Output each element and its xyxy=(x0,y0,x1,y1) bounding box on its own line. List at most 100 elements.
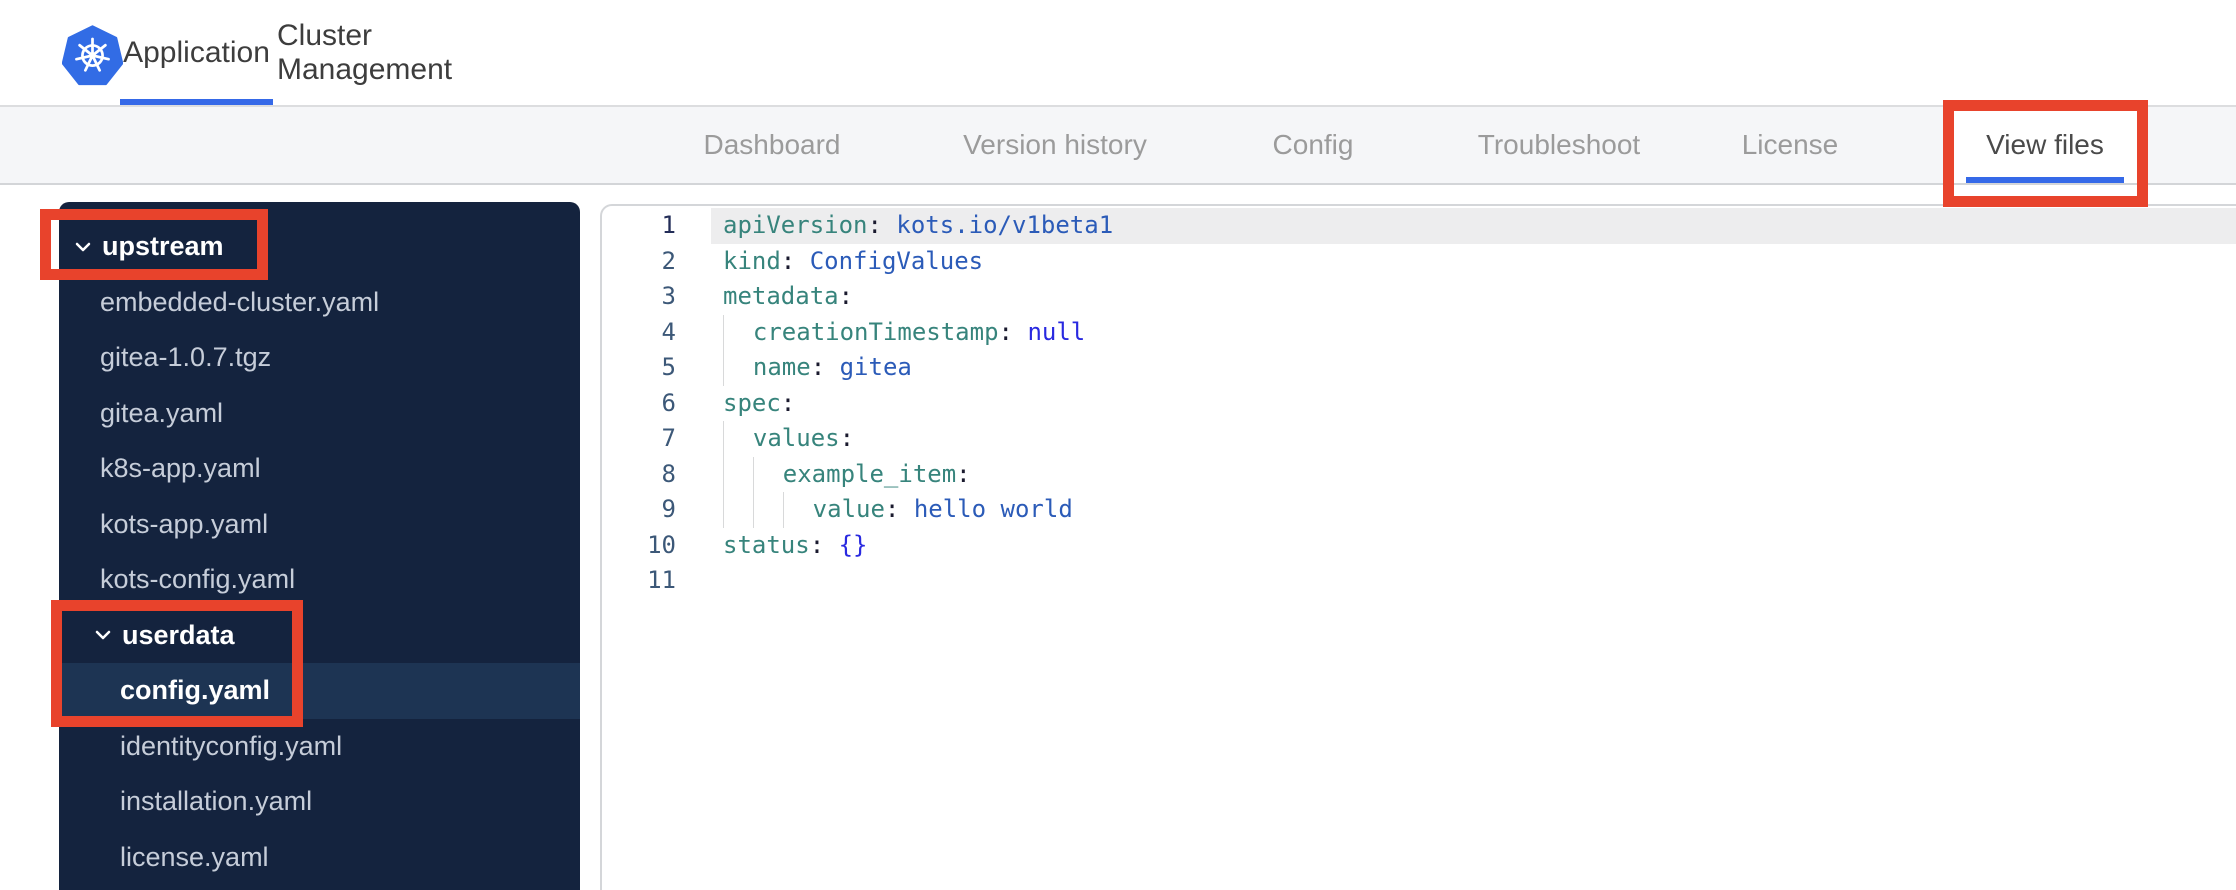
yaml-token-const: {} xyxy=(838,530,868,559)
app-subnav: Dashboard Version history Config Troublesho… xyxy=(0,107,2236,185)
indent-guide xyxy=(752,492,783,528)
tree-item-label: license.yaml xyxy=(120,841,269,872)
tree-file-installation.yaml[interactable]: installation.yaml xyxy=(59,774,580,830)
yaml-token-val: kots.io/v1beta1 xyxy=(896,211,1114,239)
code-line[interactable]: 10 status: {} xyxy=(602,528,2236,564)
code-line[interactable]: 7 values: xyxy=(602,421,2236,457)
yaml-token-val: gitea xyxy=(839,353,912,381)
subnav-item-view-files[interactable]: View files xyxy=(1953,107,2137,183)
yaml-token-key: creationTimestamp xyxy=(752,317,999,346)
tree-file-identityconfig.yaml[interactable]: identityconfig.yaml xyxy=(59,719,580,775)
indent-guide xyxy=(752,456,783,492)
yaml-token-punc: : xyxy=(839,424,855,452)
indent-guide xyxy=(723,456,753,492)
indent-guide xyxy=(782,492,813,528)
yaml-token-key: spec xyxy=(723,388,781,417)
indent-guide xyxy=(723,350,753,386)
tree-file-config.yaml[interactable]: config.yaml xyxy=(59,663,580,719)
line-number: 8 xyxy=(661,459,676,488)
indent-guide xyxy=(723,314,753,350)
yaml-token-key: metadata xyxy=(723,282,839,310)
indent-guide xyxy=(723,421,753,457)
line-number: 2 xyxy=(661,246,676,275)
code-text: spec: xyxy=(711,386,2236,422)
tree-file-k8s-app.yaml[interactable]: k8s-app.yaml xyxy=(59,441,580,497)
yaml-token-val: ConfigValues xyxy=(809,246,984,275)
code-text: kind: ConfigValues xyxy=(711,244,2236,280)
tree-item-label: identityconfig.yaml xyxy=(120,730,343,761)
header-tab-application[interactable]: Application xyxy=(120,0,273,105)
code-text: value: hello world xyxy=(711,492,2236,528)
code-line[interactable]: 1 apiVersion: kots.io/v1beta1 xyxy=(602,208,2236,244)
tree-folder-upstream[interactable]: upstream xyxy=(59,219,580,275)
code-line[interactable]: 4 creationTimestamp: null xyxy=(602,314,2236,350)
yaml-token-punc: : xyxy=(884,495,914,523)
subnav-item-version-history[interactable]: Version history xyxy=(935,107,1175,183)
subnav-item-troubleshoot[interactable]: Troubleshoot xyxy=(1449,107,1669,183)
code-text: name: gitea xyxy=(711,350,2236,386)
code-text: values: xyxy=(711,421,2236,457)
tree-item-label: kots-app.yaml xyxy=(100,508,269,539)
line-number: 6 xyxy=(661,388,676,417)
line-number: 3 xyxy=(661,282,676,310)
tree-folder-userdata[interactable]: userdata xyxy=(59,608,580,664)
line-number: 7 xyxy=(661,424,676,452)
tree-item-label: gitea-1.0.7.tgz xyxy=(100,342,272,373)
header-tab-cluster-management[interactable]: Cluster Management xyxy=(277,0,517,105)
code-text: creationTimestamp: null xyxy=(711,314,2236,350)
tree-file-gitea.yaml[interactable]: gitea.yaml xyxy=(59,386,580,442)
yaml-token-punc: : xyxy=(867,211,897,239)
line-number: 4 xyxy=(661,317,676,346)
tree-item-label: installation.yaml xyxy=(120,786,313,817)
code-line[interactable]: 8 example_item: xyxy=(602,456,2236,492)
line-number: 1 xyxy=(661,211,676,239)
tree-item-label: k8s-app.yaml xyxy=(100,453,261,484)
indent-guide xyxy=(723,492,753,528)
subnav-item-dashboard[interactable]: Dashboard xyxy=(672,107,872,183)
yaml-token-val: hello world xyxy=(913,495,1073,523)
kubernetes-logo-icon xyxy=(61,25,124,86)
tree-item-label: userdata xyxy=(122,619,235,650)
tree-item-label: config.yaml xyxy=(120,675,271,706)
code-line[interactable]: 6 spec: xyxy=(602,386,2236,422)
subnav-item-config[interactable]: Config xyxy=(1213,107,1413,183)
chevron-down-icon xyxy=(73,237,93,257)
code-line[interactable]: 2 kind: ConfigValues xyxy=(602,244,2236,280)
yaml-token-key: kind xyxy=(723,246,781,275)
code-line[interactable]: 9 value: hello world xyxy=(602,492,2236,528)
yaml-token-key: example_item xyxy=(782,459,957,488)
app-header: Application Cluster Management xyxy=(0,0,2236,107)
yaml-code-view[interactable]: 1 apiVersion: kots.io/v1beta1 2 kind: Confi… xyxy=(602,208,2236,599)
yaml-token-punc: : xyxy=(998,317,1028,346)
code-line[interactable]: 3 metadata: xyxy=(602,279,2236,315)
file-tree-sidebar: upstream embedded-cluster.yaml gitea-1.0.7… xyxy=(59,202,580,890)
yaml-token-key: apiVersion xyxy=(723,211,868,239)
yaml-token-punc: : xyxy=(956,459,971,488)
tree-file-kots-config.yaml[interactable]: kots-config.yaml xyxy=(59,552,580,608)
chevron-down-icon xyxy=(93,625,113,645)
line-number: 10 xyxy=(647,530,676,559)
yaml-token-punc: : xyxy=(780,388,796,417)
yaml-token-punc: : xyxy=(838,282,854,310)
code-text: status: {} xyxy=(711,528,2236,564)
code-line[interactable]: 5 name: gitea xyxy=(602,350,2236,386)
yaml-token-key: value xyxy=(812,495,885,523)
line-number: 11 xyxy=(647,566,676,594)
code-text: example_item: xyxy=(711,456,2236,492)
tree-file-embedded-cluster.yaml[interactable]: embedded-cluster.yaml xyxy=(59,275,580,331)
yaml-token-key: values xyxy=(752,424,840,452)
code-line[interactable]: 11 xyxy=(602,563,2236,599)
kots-admin-console: Application Cluster Management Dashboard V… xyxy=(0,0,2236,890)
tree-file-kots-app.yaml[interactable]: kots-app.yaml xyxy=(59,497,580,553)
tree-file-gitea-1.0.7.tgz[interactable]: gitea-1.0.7.tgz xyxy=(59,330,580,386)
file-editor[interactable]: 1 apiVersion: kots.io/v1beta1 2 kind: Confi… xyxy=(600,204,2236,890)
yaml-token-punc: : xyxy=(780,246,810,275)
tree-item-label: upstream xyxy=(102,231,224,262)
code-text: metadata: xyxy=(711,279,2236,315)
subnav-item-license[interactable]: License xyxy=(1690,107,1890,183)
tree-file-license.yaml[interactable]: license.yaml xyxy=(59,830,580,886)
yaml-token-key: name xyxy=(752,353,811,381)
yaml-token-punc: : xyxy=(809,530,839,559)
yaml-token-const: null xyxy=(1027,317,1086,346)
